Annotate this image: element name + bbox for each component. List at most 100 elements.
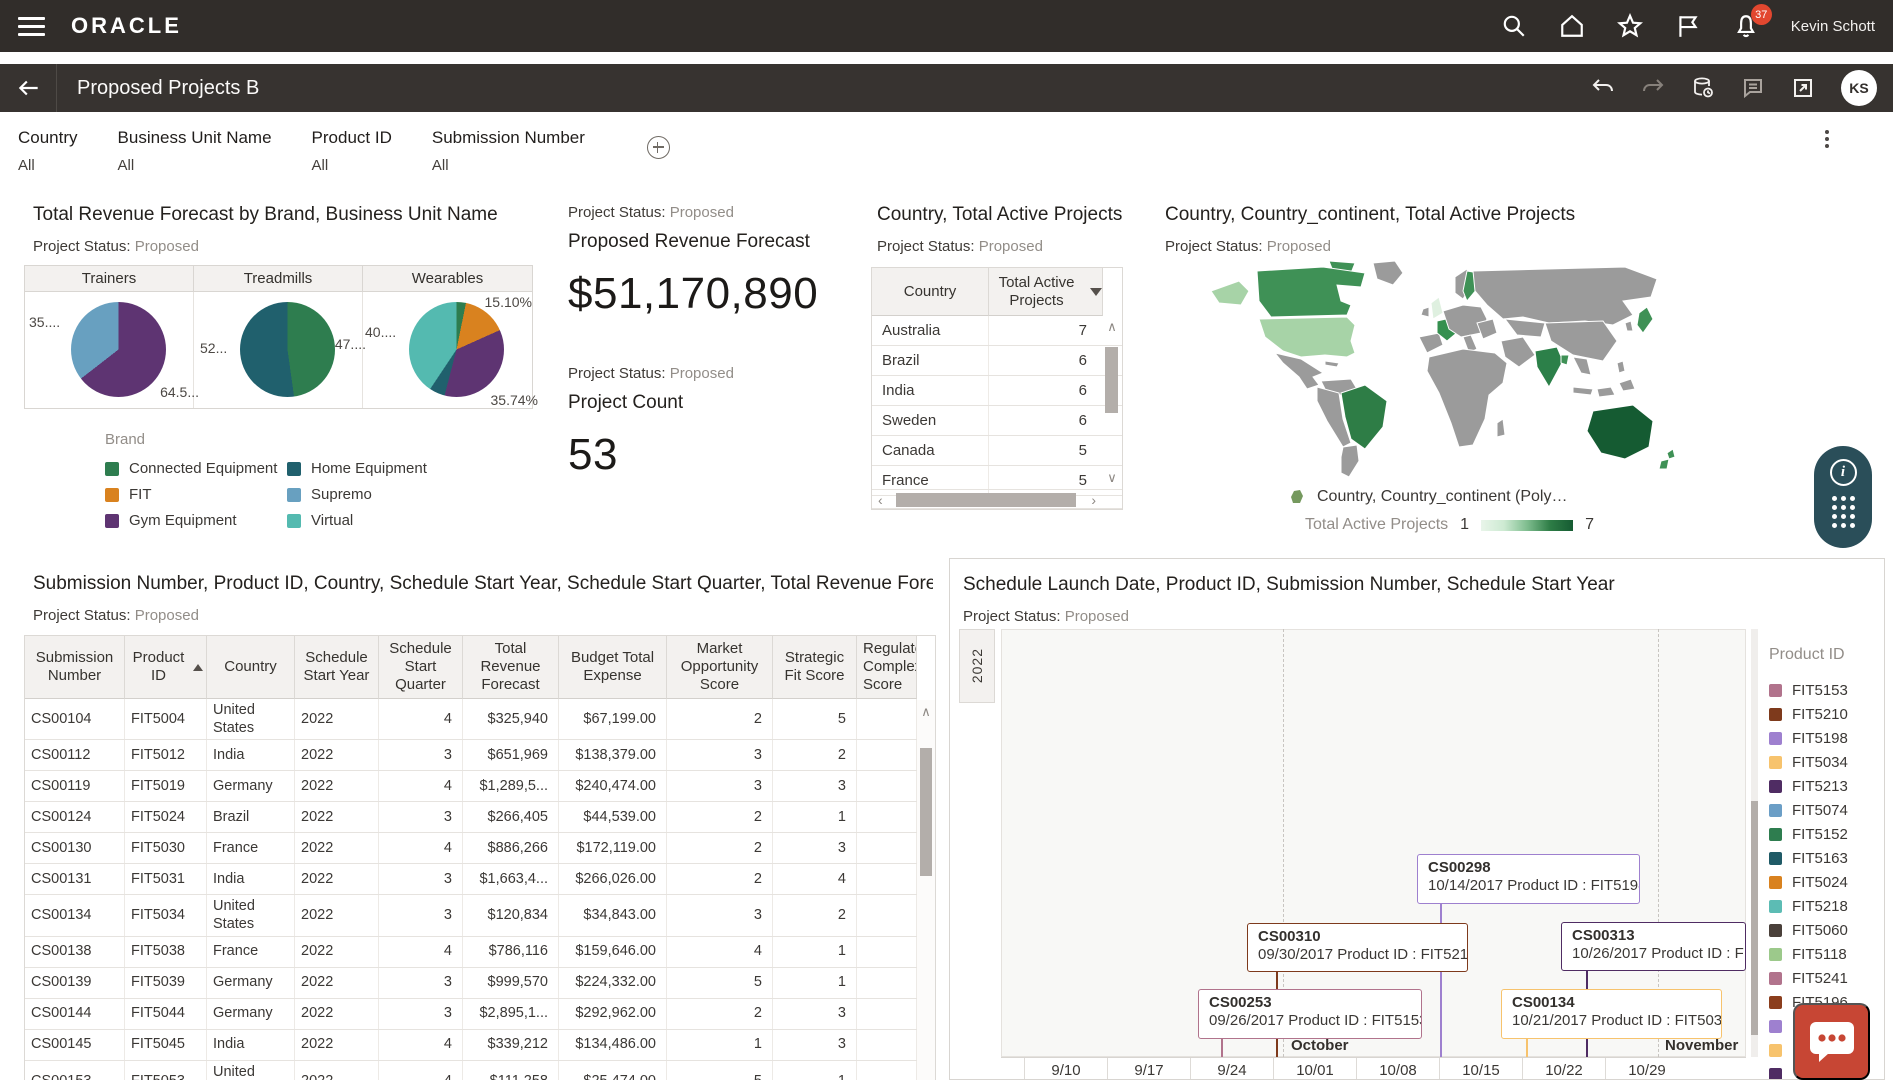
column-header-product-id[interactable]: Product ID <box>125 636 207 699</box>
pie-chart-wearables[interactable] <box>409 302 504 397</box>
kpi-value-project-count: 53 <box>568 430 868 480</box>
notifications-bell-icon[interactable]: 37 <box>1733 13 1759 39</box>
budget-cell: $44,539.00 <box>559 802 667 832</box>
legend-item[interactable]: FIT5210 <box>1769 702 1883 726</box>
scroll-up-icon[interactable]: ∧ <box>917 704 935 720</box>
event-callout-cs00253[interactable]: CS00253 09/26/2017 Product ID : FIT5153 <box>1198 989 1422 1039</box>
choropleth-world-map[interactable] <box>1205 261 1705 479</box>
event-callout-cs00310[interactable]: CS00310 09/30/2017 Product ID : FIT5210 <box>1247 923 1468 972</box>
scroll-left-icon[interactable]: ‹ <box>878 492 883 508</box>
chart-scrollbar-thumb[interactable] <box>1751 801 1758 1035</box>
redo-icon[interactable] <box>1641 76 1665 100</box>
event-callout-cs00298[interactable]: CS00298 10/14/2017 Product ID : FIT5198 <box>1417 854 1640 904</box>
column-header-market-opportunity-score[interactable]: Market Opportunity Score <box>667 636 773 699</box>
event-callout-cs00134[interactable]: CS00134 10/21/2017 Product ID : FIT5034 <box>1501 989 1722 1039</box>
scrollbar-thumb[interactable] <box>920 748 932 876</box>
back-arrow-icon[interactable] <box>16 75 42 101</box>
info-icon[interactable]: i <box>1830 459 1857 486</box>
user-name[interactable]: Kevin Schott <box>1791 18 1875 35</box>
table-row[interactable]: Sweden 6 <box>872 406 1122 436</box>
vertical-scrollbar[interactable]: ∧ ∨ <box>917 700 935 1080</box>
comments-icon[interactable] <box>1741 76 1765 100</box>
legend-item[interactable]: Gym Equipment <box>105 512 287 529</box>
export-icon[interactable] <box>1791 76 1815 100</box>
legend-item[interactable]: FIT5034 <box>1769 750 1883 774</box>
table-row[interactable]: CS00119 FIT5019 Germany 2022 4 $1,289,5.… <box>25 771 935 802</box>
legend-item[interactable]: FIT5198 <box>1769 726 1883 750</box>
filter-product-id[interactable]: Product ID All <box>312 128 392 194</box>
table-row[interactable]: CS00144 FIT5044 Germany 2022 3 $2,895,1.… <box>25 999 935 1030</box>
axis-tick-label: 10/29 <box>1605 1058 1688 1080</box>
table-row[interactable]: CS00124 FIT5024 Brazil 2022 3 $266,405 $… <box>25 802 935 833</box>
legend-item[interactable]: FIT5060 <box>1769 918 1883 942</box>
refresh-data-icon[interactable] <box>1691 76 1715 100</box>
more-options-kebab-icon[interactable] <box>1817 130 1837 156</box>
table-row[interactable]: CS00134 FIT5034 United States 2022 3 $12… <box>25 895 935 936</box>
pie-chart-trainers[interactable] <box>71 302 166 397</box>
horizontal-scrollbar[interactable]: ‹ › <box>872 489 1122 509</box>
column-header-regulatory-complexity-score[interactable]: Regulatory Complexity Score <box>857 636 917 699</box>
legend-item[interactable]: FIT5074 <box>1769 798 1883 822</box>
scrollbar-thumb[interactable] <box>1105 347 1118 413</box>
vertical-scrollbar[interactable]: ∧ ∨ <box>1102 317 1122 488</box>
table-row[interactable]: CS00138 FIT5038 France 2022 4 $786,116 $… <box>25 937 935 968</box>
chat-icon[interactable] <box>1793 1003 1870 1080</box>
legend-item[interactable]: FIT5213 <box>1769 774 1883 798</box>
table-row[interactable]: CS00112 FIT5012 India 2022 3 $651,969 $1… <box>25 740 935 771</box>
legend-item[interactable]: Virtual <box>287 512 497 529</box>
table-row[interactable]: CS00131 FIT5031 India 2022 3 $1,663,4...… <box>25 864 935 895</box>
column-header-country[interactable]: Country <box>207 636 295 699</box>
filter-submission-number[interactable]: Submission Number All <box>432 128 585 194</box>
scroll-down-icon[interactable]: ∨ <box>1102 470 1122 486</box>
legend-item[interactable]: FIT5218 <box>1769 894 1883 918</box>
table-row[interactable]: CS00130 FIT5030 France 2022 4 $886,266 $… <box>25 833 935 864</box>
legend-item[interactable]: FIT5118 <box>1769 942 1883 966</box>
table-row[interactable]: CS00153 FIT5053 United States 2022 4 $11… <box>25 1061 935 1080</box>
table-row[interactable]: CS00145 FIT5045 India 2022 4 $339,212 $1… <box>25 1030 935 1061</box>
legend-item[interactable]: FIT5024 <box>1769 870 1883 894</box>
event-callout-cs00313[interactable]: CS00313 10/26/2017 Product ID : FIT5213 <box>1561 922 1746 971</box>
year-cell: 2022 <box>295 1061 379 1080</box>
legend-item[interactable]: FIT5153 <box>1769 678 1883 702</box>
legend-item[interactable]: FIT5241 <box>1769 966 1883 990</box>
table-row[interactable]: India 6 <box>872 376 1122 406</box>
legend-item[interactable]: Supremo <box>287 486 497 503</box>
table-row[interactable]: Canada 5 <box>872 436 1122 466</box>
column-header-total-active-projects[interactable]: Total Active Projects <box>989 268 1103 316</box>
favorites-star-icon[interactable] <box>1617 13 1643 39</box>
bar-divider <box>0 52 1893 64</box>
undo-icon[interactable] <box>1591 76 1615 100</box>
legend-item[interactable]: Connected Equipment <box>105 460 287 477</box>
search-icon[interactable] <box>1501 13 1527 39</box>
column-header-schedule-start-year[interactable]: Schedule Start Year <box>295 636 379 699</box>
legend-item[interactable]: FIT5163 <box>1769 846 1883 870</box>
scrollbar-thumb[interactable] <box>896 493 1076 507</box>
legend-swatch <box>1769 684 1782 697</box>
panel-world-map: Country, Country_continent, Total Active… <box>1160 204 1785 534</box>
column-header-strategic-fit-score[interactable]: Strategic Fit Score <box>773 636 857 699</box>
column-header-country[interactable]: Country <box>872 268 989 316</box>
menu-icon[interactable] <box>18 17 45 36</box>
legend-item[interactable]: Home Equipment <box>287 460 497 477</box>
filter-country[interactable]: Country All <box>18 128 78 194</box>
scroll-right-icon[interactable]: › <box>1091 492 1096 508</box>
table-row[interactable]: CS00104 FIT5004 United States 2022 4 $32… <box>25 699 935 740</box>
column-header-budget-total-expense[interactable]: Budget Total Expense <box>559 636 667 699</box>
legend-item[interactable]: FIT5152 <box>1769 822 1883 846</box>
table-row[interactable]: Australia 7 <box>872 316 1122 346</box>
column-header-submission-number[interactable]: Submission Number <box>25 636 125 699</box>
home-icon[interactable] <box>1559 13 1585 39</box>
legend-item[interactable]: FIT <box>105 486 287 503</box>
column-header-total-revenue-forecast[interactable]: Total Revenue Forecast <box>463 636 559 699</box>
add-filter-icon[interactable] <box>647 136 670 159</box>
filter-business-unit-name[interactable]: Business Unit Name All <box>118 128 272 194</box>
column-header-schedule-start-quarter[interactable]: Schedule Start Quarter <box>379 636 463 699</box>
scroll-up-icon[interactable]: ∧ <box>1102 319 1122 335</box>
dots-grid-icon[interactable] <box>1832 496 1855 528</box>
table-row[interactable]: Brazil 6 <box>872 346 1122 376</box>
avatar[interactable]: KS <box>1841 70 1877 106</box>
country-cell: France <box>207 833 295 863</box>
flag-icon[interactable] <box>1675 13 1701 39</box>
table-row[interactable]: CS00139 FIT5039 Germany 2022 3 $999,570 … <box>25 968 935 999</box>
pie-chart-treadmills[interactable] <box>240 302 335 397</box>
